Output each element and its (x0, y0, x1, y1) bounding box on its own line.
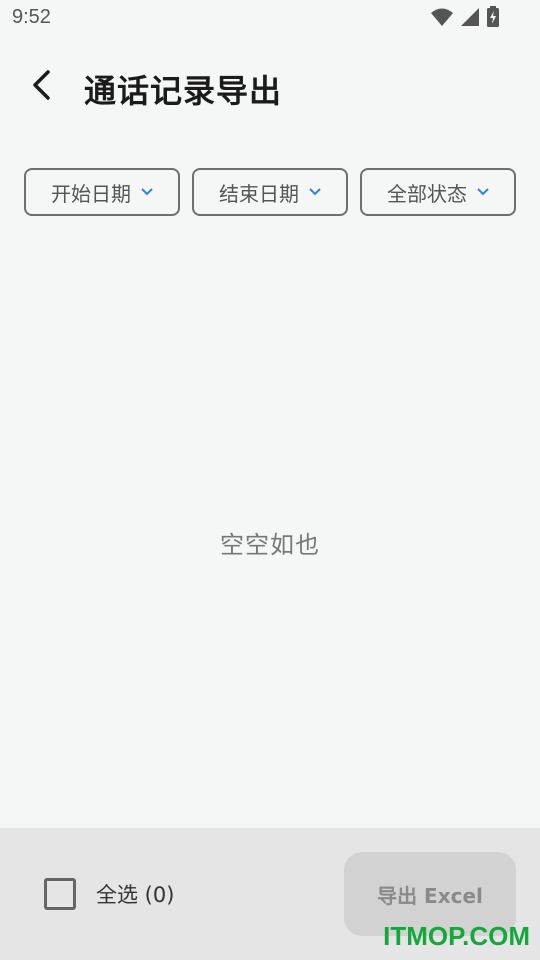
filter-label: 开始日期 (51, 181, 131, 206)
page-title: 通话记录导出 (84, 72, 283, 110)
wifi-icon (431, 8, 453, 26)
start-date-filter[interactable]: 开始日期 (24, 168, 180, 216)
empty-state-text: 空空如也 (220, 531, 320, 559)
back-button[interactable] (18, 62, 66, 108)
filter-bar: 开始日期 结束日期 全部状态 (24, 168, 516, 216)
app-bar: 通话记录导出 (0, 50, 540, 120)
chevron-down-icon (141, 188, 153, 196)
chevron-down-icon (477, 188, 489, 196)
end-date-filter[interactable]: 结束日期 (192, 168, 348, 216)
watermark-logo: ITMOP.COM (383, 921, 530, 951)
status-bar: 9:52 (0, 0, 540, 36)
select-all-checkbox[interactable] (44, 878, 76, 910)
select-all-label: 全选 (0) (96, 883, 175, 907)
filter-label: 结束日期 (219, 181, 299, 206)
battery-charging-icon (487, 6, 499, 27)
filter-label: 全部状态 (387, 181, 467, 206)
status-filter[interactable]: 全部状态 (360, 168, 516, 216)
status-time: 9:52 (12, 6, 51, 28)
status-icons (430, 6, 500, 28)
chevron-down-icon (309, 188, 321, 196)
select-all-toggle[interactable]: 全选 (0) (44, 878, 174, 910)
signal-icon (461, 8, 479, 26)
export-button-label: 导出 Excel (377, 883, 483, 908)
chevron-left-icon (33, 70, 50, 100)
